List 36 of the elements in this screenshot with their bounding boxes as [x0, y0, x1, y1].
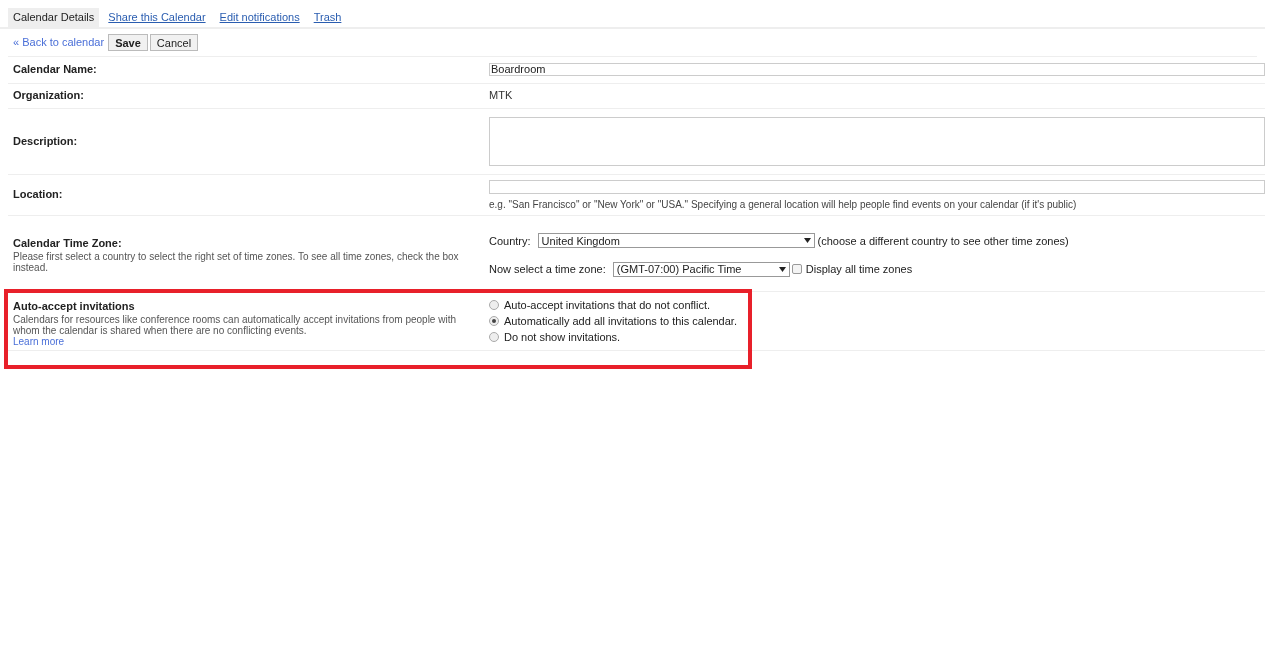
tab[interactable]: Trash — [308, 8, 347, 27]
country-note: (choose a different country to see other time zones) — [817, 233, 1069, 249]
toolbar-button[interactable]: Save — [108, 33, 148, 51]
field-label: Calendar Time Zone: — [13, 235, 123, 251]
time-zone-dropdown[interactable]: (GMT-07:00) Pacific Time — [612, 261, 790, 277]
calendar-name-field[interactable]: Boardroom — [489, 63, 1265, 76]
back-link[interactable]: « Back to calendar — [13, 33, 105, 51]
field-label: Auto-accept invitations — [13, 298, 136, 314]
time-zone-label: Now select a time zone: — [489, 262, 606, 277]
description-field[interactable] — [489, 116, 1265, 166]
field-label: Calendar Name: — [13, 63, 97, 76]
location-hint: e.g. "San Francisco" or "New York" or "USA." Specifying a general location will help people find events on your calendar (if it's public) — [489, 197, 1078, 212]
caret-icon — [778, 266, 786, 272]
field-label: Organization: — [13, 89, 84, 102]
country-label: Country: — [489, 233, 531, 249]
radio-button[interactable] — [489, 316, 499, 326]
country-dropdown[interactable]: United Kingdom — [537, 233, 815, 249]
checkbox[interactable] — [791, 264, 802, 275]
help-text: Calendars for resources like conference rooms can automatically accept invitations from people with whom the calendar is shared when there are no conflicting events. — [13, 314, 457, 336]
field-label: Location: — [13, 188, 63, 201]
radio-button[interactable] — [489, 300, 499, 310]
field-label: Description: — [13, 134, 78, 147]
radio-button[interactable] — [489, 332, 499, 342]
toolbar-button[interactable]: Cancel — [149, 33, 199, 51]
organization-value: MTK — [489, 88, 513, 104]
help-text: Please first select a country to select the right set of time zones. To see all time zones, check the box instead. — [13, 251, 460, 273]
radio-label: Do not show invitations. — [504, 330, 621, 344]
learn-more-link[interactable]: Learn more — [13, 336, 65, 347]
checkbox-label: Display all time zones — [805, 262, 913, 277]
radio-label: Auto-accept invitations that do not conflict. — [504, 298, 711, 312]
tab[interactable]: Share this Calendar — [103, 8, 211, 27]
radio-label: Automatically add all invitations to this calendar. — [504, 314, 737, 328]
location-field[interactable] — [489, 179, 1265, 194]
caret-icon — [803, 238, 811, 244]
tab[interactable]: Edit notifications — [214, 8, 305, 27]
tab[interactable]: Calendar Details — [8, 8, 100, 27]
